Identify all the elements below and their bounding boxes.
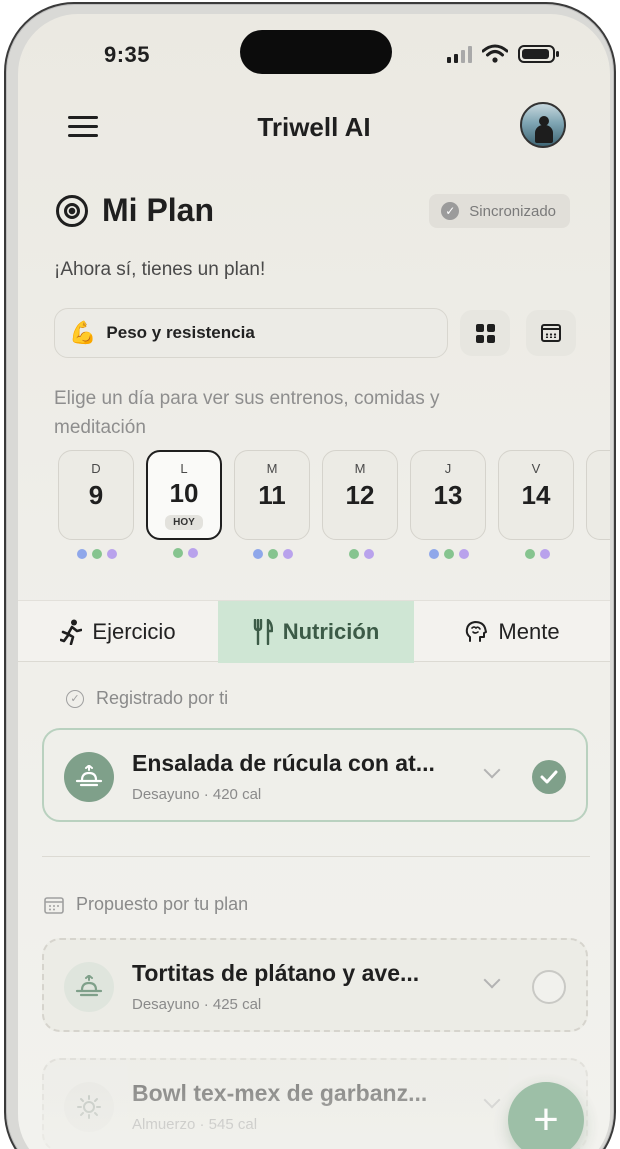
day-card[interactable]: M 11 [234,450,310,559]
running-person-icon [60,619,83,645]
day-card-next[interactable] [586,450,610,540]
divider [42,856,590,857]
day-letter: J [444,461,452,476]
meal-title: Ensalada de rúcula con at... [132,750,435,776]
category-tabs: Ejercicio Nutrición Mente [18,600,610,663]
day-letter: D [91,461,101,476]
day-activity-dots [323,549,399,559]
sunrise-icon [64,962,114,1012]
page-title: Mi Plan [102,192,215,228]
meal-card[interactable]: Ensalada de rúcula con at... Desayuno · … [42,728,588,822]
day-number: 11 [258,480,286,510]
screen: 9:35 Triwell AI Mi Plan ✓ Sincronizado ¡… [18,14,610,1149]
day-picker: D 9 L 10 HOY M 11 M 12 J 13 V 14 [58,450,610,559]
tab-label: Nutrición [282,619,380,644]
plan-type-selector[interactable]: 💪 Peso y resistencia [54,308,448,358]
meal-card[interactable]: Tortitas de plátano y ave... Desayuno · … [42,938,588,1032]
tab-ejercicio[interactable]: Ejercicio [18,601,218,663]
day-activity-dots [147,548,223,558]
calendar-icon [541,324,561,342]
meal-card[interactable]: Bowl tex-mex de garbanz... Almuerzo · 54… [42,1058,588,1149]
tab-label: Ejercicio [92,619,176,644]
day-activity-dots [59,549,135,559]
day-number: 9 [88,480,104,510]
day-activity-dots [235,549,311,559]
day-activity-dots [499,549,575,559]
phone-frame: 9:35 Triwell AI Mi Plan ✓ Sincronizado ¡… [4,2,616,1149]
add-button[interactable]: + [508,1082,584,1149]
sync-label: Sincronizado [469,202,556,220]
grid-icon [475,323,495,343]
grid-view-button[interactable] [460,310,510,356]
day-letter: L [180,461,188,476]
day-number: 10 [169,478,199,508]
meal-done-checkbox[interactable] [532,970,566,1004]
dynamic-island [240,30,392,74]
chevron-down-icon[interactable] [483,971,501,989]
day-number: 12 [345,480,375,510]
sync-status-badge: ✓ Sincronizado [429,194,570,228]
tab-nutricion[interactable]: Nutrición [218,601,414,663]
day-card[interactable]: J 13 [410,450,486,559]
proposed-section-header: Propuesto por tu plan [44,894,248,915]
calendar-view-button[interactable] [526,310,576,356]
check-circle-icon: ✓ [66,689,84,708]
plan-subtitle: ¡Ahora sí, tienes un plan! [54,259,266,280]
section-label: Registrado por ti [96,688,229,708]
flexed-biceps-icon: 💪 [69,320,97,345]
day-letter: V [531,461,541,476]
day-card-today[interactable]: L 10 HOY [146,450,222,558]
status-icons [447,44,560,64]
check-icon [540,770,558,784]
day-activity-dots [411,549,487,559]
meal-done-checkbox[interactable] [532,760,566,794]
tab-mente[interactable]: Mente [414,601,610,663]
top-bar: Triwell AI [18,102,610,152]
meal-subtitle: Desayuno · 420 cal [132,786,262,803]
logged-section-header: ✓ Registrado por ti [66,688,228,709]
battery-icon [518,45,559,63]
tab-label: Mente [498,619,560,644]
day-letter: M [266,461,278,476]
avatar[interactable] [520,102,566,148]
meal-subtitle: Almuerzo · 545 cal [132,1116,258,1133]
day-card[interactable]: M 12 [322,450,398,559]
meal-title: Bowl tex-mex de garbanz... [132,1080,428,1106]
day-number: 13 [433,480,463,510]
target-icon [56,194,88,227]
wifi-icon [482,44,508,63]
meal-title: Tortitas de plátano y ave... [132,960,420,986]
meal-subtitle: Desayuno · 425 cal [132,996,262,1013]
check-circle-icon: ✓ [441,202,460,220]
day-card[interactable]: D 9 [58,450,134,559]
brain-icon [466,621,488,642]
chevron-down-icon[interactable] [483,1091,501,1109]
cellular-signal-icon [447,45,472,63]
fork-knife-icon [253,619,273,645]
plan-header: Mi Plan [56,192,214,229]
status-time: 9:35 [104,42,151,67]
sun-icon [64,1082,114,1132]
day-card[interactable]: V 14 [498,450,574,559]
calendar-icon [44,896,64,914]
section-label: Propuesto por tu plan [76,894,249,914]
day-picker-hint: Elige un día para ver sus entrenos, comi… [54,388,440,438]
today-badge: HOY [165,515,203,530]
day-letter: M [354,461,366,476]
day-number: 14 [521,480,551,510]
sunrise-icon [64,752,114,802]
chevron-down-icon[interactable] [483,761,501,779]
plan-type-label: Peso y resistencia [106,323,255,342]
